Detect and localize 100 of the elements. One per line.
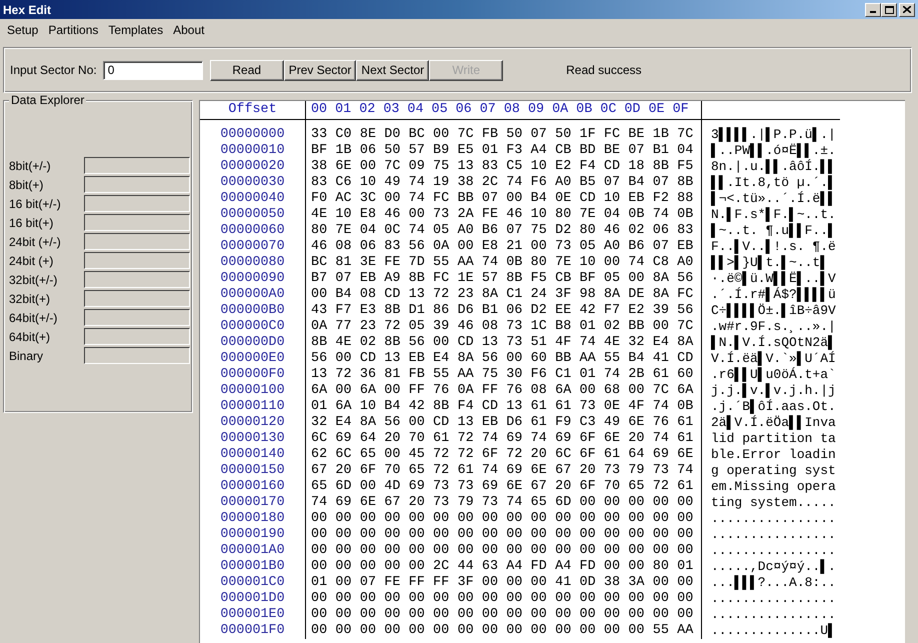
ascii-text: ...▌▌▌?...A.8:.. <box>711 575 836 590</box>
column-header: 00 01 02 03 04 05 06 07 08 09 0A 0B 0C 0D 0E 0F <box>311 102 689 117</box>
close-icon <box>903 6 911 13</box>
offset-cell: 000000F0 <box>220 367 285 382</box>
toolbar-button[interactable]: Prev Sector <box>284 60 356 80</box>
hex-bytes[interactable]: BC 81 3E FE 7D 55 AA 74 0B 80 7E 10 00 74 C8 A0 <box>311 255 694 270</box>
offset-cell: 000000D0 <box>220 335 285 350</box>
offset-cell: 00000050 <box>220 207 285 222</box>
hex-bytes[interactable]: 00 00 00 00 00 00 00 00 00 00 00 00 00 00 00 00 <box>311 511 694 526</box>
menu-item[interactable]: Templates <box>103 23 168 37</box>
offset-cell: 00000020 <box>220 159 285 174</box>
ascii-text: .r6▌▌U▌u0öÁ.t+a` <box>711 367 836 382</box>
ascii-text: ble.Error loadin <box>711 447 836 462</box>
offset-cell: 000001B0 <box>220 559 285 574</box>
hex-bytes[interactable]: 8B 4E 02 8B 56 00 CD 13 73 51 4F 74 4E 32 E4 8A <box>311 335 694 350</box>
value-field[interactable] <box>84 252 190 269</box>
ascii-text: ..............U▌ <box>711 623 836 638</box>
minimize-button[interactable] <box>865 2 881 16</box>
hex-bytes[interactable]: 46 08 06 83 56 0A 00 E8 21 00 73 05 A0 B6 07 EB <box>311 239 694 254</box>
offset-cell: 000000E0 <box>220 351 285 366</box>
menu-item[interactable]: About <box>168 23 210 37</box>
field-label: 8bit(+) <box>9 178 44 192</box>
maximize-button[interactable] <box>881 2 897 16</box>
sector-label: Input Sector No: <box>10 63 97 77</box>
offset-cell: 000001E0 <box>220 607 285 622</box>
hex-bytes[interactable]: F0 AC 3C 00 74 FC BB 07 00 B4 0E CD 10 EB F2 88 <box>311 191 694 206</box>
hex-bytes[interactable]: 65 6D 00 4D 69 73 73 69 6E 67 20 6F 70 65 72 61 <box>311 479 694 494</box>
hex-bytes[interactable]: 56 00 CD 13 EB E4 8A 56 00 60 BB AA 55 B4 41 CD <box>311 351 694 366</box>
value-field[interactable] <box>84 214 190 231</box>
hex-bytes[interactable]: BF 1B 06 50 57 B9 E5 01 F3 A4 CB BD BE 07 B1 04 <box>311 143 694 158</box>
hex-bytes[interactable]: 01 6A 10 B4 42 8B F4 CD 13 61 61 73 0E 4F 74 0B <box>311 399 694 414</box>
ascii-text: ................ <box>711 591 836 606</box>
hex-bytes[interactable]: 00 00 00 00 00 00 00 00 00 00 00 00 00 00 00 00 <box>311 527 694 542</box>
ascii-text: ▌▌.It.8,tö µ.´.▌ <box>711 175 836 190</box>
ascii-text: V.Í.ëä▌V.`»▌U´AÍ <box>711 351 836 366</box>
field-label: 64bit(+/-) <box>9 310 58 324</box>
hex-bytes[interactable]: 33 C0 8E D0 BC 00 7C FB 50 07 50 1F FC BE 1B 7C <box>311 127 694 142</box>
value-field[interactable] <box>84 176 190 193</box>
hex-bytes[interactable]: 0A 77 23 72 05 39 46 08 73 1C B8 01 02 BB 00 7C <box>311 319 694 334</box>
value-field[interactable] <box>84 347 190 364</box>
ascii-text: 3▌▌▌▌.|▌P.P.ü▌.| <box>711 127 836 142</box>
ascii-text: ▌▌>▌}U▌t.▌~..t▌ <box>711 255 828 270</box>
offset-cell: 00000010 <box>220 143 285 158</box>
ascii-text: ▌~..t. ¶.u▌▌F..▌ <box>711 223 836 238</box>
hex-bytes[interactable]: 43 F7 E3 8B D1 86 D6 B1 06 D2 EE 42 F7 E2 39 56 <box>311 303 694 318</box>
value-field[interactable] <box>84 328 190 345</box>
field-label: 16 bit(+) <box>9 216 54 230</box>
ascii-text: ·.ë©▌ü.W▌▌Ë▌..▌V <box>711 271 836 286</box>
value-field[interactable] <box>84 309 190 326</box>
offset-cell: 000001A0 <box>220 543 285 558</box>
hex-bytes[interactable]: 01 00 07 FE FF FF 3F 00 00 00 41 0D 38 3A 00 00 <box>311 575 694 590</box>
hex-bytes[interactable]: 00 B4 08 CD 13 72 23 8A C1 24 3F 98 8A DE 8A FC <box>311 287 694 302</box>
value-field[interactable] <box>84 195 190 212</box>
offset-cell: 00000000 <box>220 127 285 142</box>
close-button[interactable] <box>899 2 915 16</box>
offset-cell: 00000180 <box>220 511 285 526</box>
hex-bytes[interactable]: 38 6E 00 7C 09 75 13 83 C5 10 E2 F4 CD 18 8B F5 <box>311 159 694 174</box>
toolbar-button[interactable]: Next Sector <box>356 60 430 80</box>
hex-bytes[interactable]: B7 07 EB A9 8B FC 1E 57 8B F5 CB BF 05 00 8A 56 <box>311 271 694 286</box>
hex-bytes[interactable]: 67 20 6F 70 65 72 61 74 69 6E 67 20 73 79 73 74 <box>311 463 694 478</box>
ascii-text: N.▌F.s*▌F.▌~..t. <box>711 207 836 222</box>
ascii-text: ▌N.▌V.Í.sQOtN2ä▌ <box>711 335 836 350</box>
ascii-text: ting system..... <box>711 495 836 510</box>
value-field[interactable] <box>84 271 190 288</box>
hex-bytes[interactable]: 83 C6 10 49 74 19 38 2C 74 F6 A0 B5 07 B4 07 8B <box>311 175 694 190</box>
offset-cell: 000001D0 <box>220 591 285 606</box>
menu-item[interactable]: Partitions <box>43 23 104 37</box>
offset-cell: 00000120 <box>220 415 285 430</box>
hex-bytes[interactable]: 00 00 00 00 00 00 00 00 00 00 00 00 00 00 55 AA <box>311 623 694 638</box>
value-field[interactable] <box>84 290 190 307</box>
value-field[interactable] <box>84 233 190 250</box>
ascii-text: F..▌V..▌!.s. ¶.ë <box>711 239 836 254</box>
ascii-text: .j.´B▌ôÍ.aas.Ot. <box>711 399 836 414</box>
offset-cell: 00000100 <box>220 383 285 398</box>
hex-bytes[interactable]: 00 00 00 00 00 00 00 00 00 00 00 00 00 00 00 00 <box>311 543 694 558</box>
offset-cell: 00000080 <box>220 255 285 270</box>
hex-bytes[interactable]: 74 69 6E 67 20 73 79 73 74 65 6D 00 00 00 00 00 <box>311 495 694 510</box>
menu-item[interactable]: Setup <box>2 23 44 37</box>
ascii-text: g operating syst <box>711 463 836 478</box>
hex-bytes[interactable]: 13 72 36 81 FB 55 AA 75 30 F6 C1 01 74 2B 61 60 <box>311 367 694 382</box>
toolbar-button[interactable]: Read <box>210 60 284 80</box>
status-text: Read success <box>566 63 642 77</box>
hex-bytes[interactable]: 4E 10 E8 46 00 73 2A FE 46 10 80 7E 04 0B 74 0B <box>311 207 694 222</box>
offset-cell: 00000090 <box>220 271 285 286</box>
sector-input-field[interactable]: 0 <box>102 60 203 80</box>
offset-cell: 00000150 <box>220 463 285 478</box>
offset-cell: 00000130 <box>220 431 285 446</box>
hex-bytes[interactable]: 6A 00 6A 00 FF 76 0A FF 76 08 6A 00 68 00 7C 6A <box>311 383 694 398</box>
ascii-text: .....,Dc¤ý¤ý..▌. <box>711 559 836 574</box>
hex-bytes[interactable]: 62 6C 65 00 45 72 72 6F 72 20 6C 6F 61 64 69 6E <box>311 447 694 462</box>
hex-bytes[interactable]: 32 E4 8A 56 00 CD 13 EB D6 61 F9 C3 49 6E 76 61 <box>311 415 694 430</box>
field-label: 24bit (+) <box>9 254 54 268</box>
value-field[interactable] <box>84 157 190 174</box>
offset-cell: 00000170 <box>220 495 285 510</box>
window-title: Hex Edit <box>3 2 52 16</box>
hex-bytes[interactable]: 80 7E 04 0C 74 05 A0 B6 07 75 D2 80 46 02 06 83 <box>311 223 694 238</box>
hex-bytes[interactable]: 00 00 00 00 00 2C 44 63 A4 FD A4 FD 00 00 80 01 <box>311 559 694 574</box>
hex-bytes[interactable]: 00 00 00 00 00 00 00 00 00 00 00 00 00 00 00 00 <box>311 607 694 622</box>
hex-bytes[interactable]: 6C 69 64 20 70 61 72 74 69 74 69 6F 6E 20 74 61 <box>311 431 694 446</box>
hex-bytes[interactable]: 00 00 00 00 00 00 00 00 00 00 00 00 00 00 00 00 <box>311 591 694 606</box>
